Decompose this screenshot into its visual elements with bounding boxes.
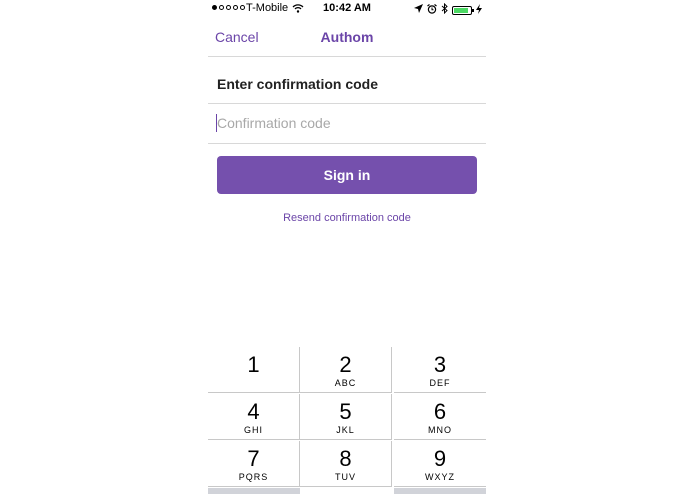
key-digit: 4 bbox=[247, 399, 260, 424]
phone-screen: T-Mobile 10:42 AM Cancel Authom Enter co… bbox=[208, 0, 486, 494]
bluetooth-icon bbox=[441, 2, 448, 17]
keypad-bottom-row bbox=[208, 488, 486, 494]
keypad-key-8[interactable]: 8 TUV bbox=[300, 441, 392, 487]
navigation-bar: Cancel Authom bbox=[208, 18, 486, 57]
keypad-key-3[interactable]: 3 DEF bbox=[394, 347, 486, 393]
status-right-icons bbox=[414, 2, 482, 17]
confirmation-heading: Enter confirmation code bbox=[217, 76, 379, 92]
key-digit: 3 bbox=[433, 352, 447, 377]
key-letters: ABC bbox=[334, 378, 357, 388]
key-letters: PQRS bbox=[238, 472, 269, 482]
alarm-icon bbox=[427, 3, 437, 17]
key-letters: WXYZ bbox=[425, 472, 455, 482]
numeric-keypad: 1 2 ABC 3 DEF 4 GHI 5 JKL 6 MNO 7 PQRS 8 bbox=[208, 347, 486, 494]
key-digit: 9 bbox=[433, 446, 447, 471]
key-letters: JKL bbox=[336, 425, 355, 435]
keypad-key-7[interactable]: 7 PQRS bbox=[208, 441, 300, 487]
charging-icon bbox=[476, 3, 482, 17]
key-digit: 5 bbox=[339, 399, 352, 424]
divider bbox=[208, 143, 486, 144]
keypad-key-6[interactable]: 6 MNO bbox=[394, 394, 486, 440]
keypad-key-1[interactable]: 1 bbox=[208, 347, 300, 393]
divider bbox=[208, 103, 486, 104]
key-letters: DEF bbox=[429, 378, 451, 388]
keypad-key-9[interactable]: 9 WXYZ bbox=[394, 441, 486, 487]
key-letters: GHI bbox=[243, 425, 263, 435]
sign-in-button[interactable]: Sign in bbox=[217, 156, 477, 194]
keypad-key-4[interactable]: 4 GHI bbox=[208, 394, 300, 440]
keypad-key-5[interactable]: 5 JKL bbox=[300, 394, 392, 440]
confirmation-code-input[interactable] bbox=[217, 108, 477, 138]
page-title: Authom bbox=[320, 29, 374, 45]
key-digit: 8 bbox=[339, 446, 352, 471]
key-digit: 7 bbox=[247, 446, 260, 471]
resend-code-link[interactable]: Resend confirmation code bbox=[208, 212, 486, 224]
key-digit: 1 bbox=[247, 352, 260, 377]
status-bar: T-Mobile 10:42 AM bbox=[208, 0, 486, 18]
key-letters: MNO bbox=[428, 425, 452, 435]
keypad-key-2[interactable]: 2 ABC bbox=[300, 347, 392, 393]
key-digit: 2 bbox=[339, 352, 352, 377]
location-icon bbox=[414, 4, 423, 16]
key-digit: 6 bbox=[433, 399, 447, 424]
battery-icon bbox=[452, 5, 474, 15]
key-letters: TUV bbox=[335, 472, 356, 482]
